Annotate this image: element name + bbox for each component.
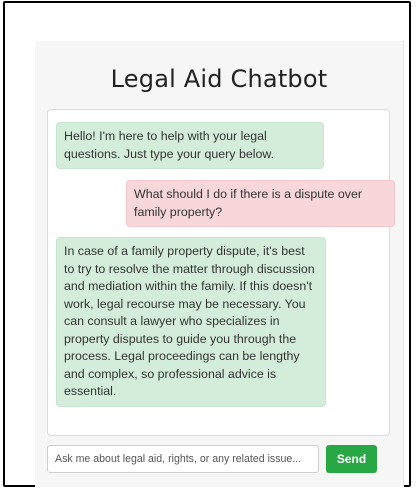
user-message: What should I do if there is a dispute o… xyxy=(126,180,395,227)
chatbot-container: Legal Aid Chatbot Hello! I'm here to hel… xyxy=(35,41,404,487)
window-frame: Legal Aid Chatbot Hello! I'm here to hel… xyxy=(3,1,411,487)
chat-log[interactable]: Hello! I'm here to help with your legal … xyxy=(47,109,395,436)
bot-message: Hello! I'm here to help with your legal … xyxy=(56,122,324,169)
page-title: Legal Aid Chatbot xyxy=(110,65,328,93)
query-input[interactable]: Ask me about legal aid, rights, or any r… xyxy=(47,445,319,473)
bot-message: In case of a family property dispute, it… xyxy=(56,237,326,407)
send-button[interactable]: Send xyxy=(326,445,377,473)
